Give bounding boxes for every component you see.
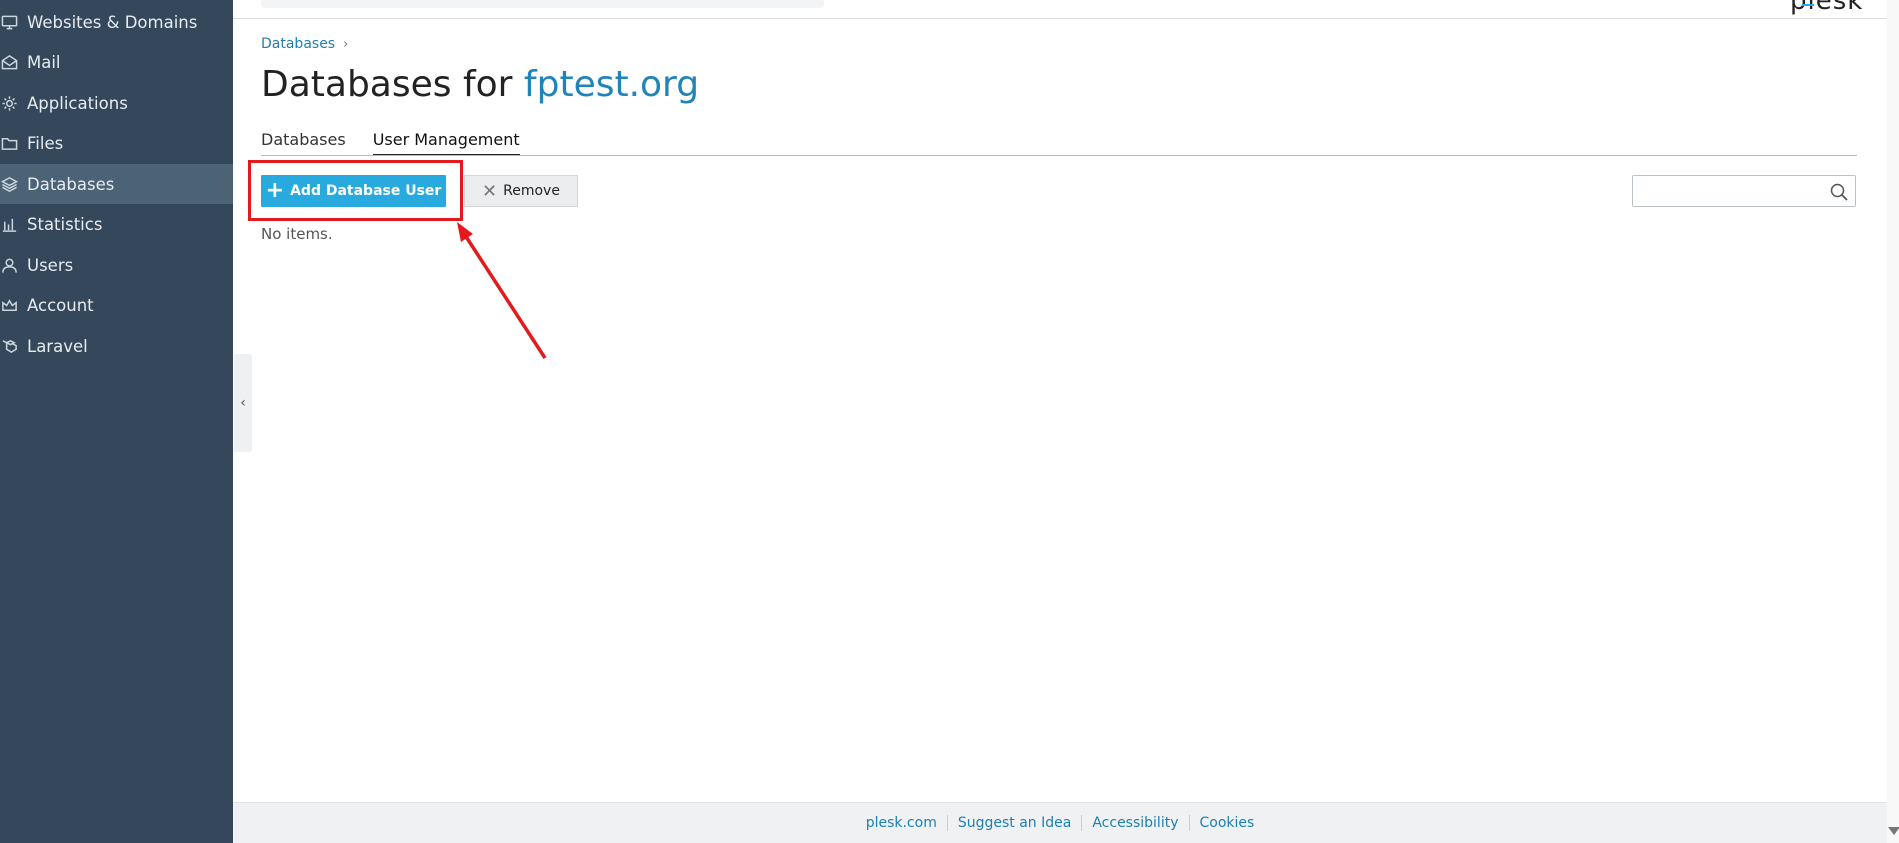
sidebar-item-account[interactable]: Account	[0, 285, 233, 325]
sidebar: Websites & Domains Mail Applications Fil…	[0, 0, 233, 843]
sidebar-item-label: Applications	[27, 93, 128, 113]
footer-link-accessibility[interactable]: Accessibility	[1081, 815, 1188, 831]
remove-button[interactable]: ✕ Remove	[464, 175, 578, 207]
footer-link-suggest-idea[interactable]: Suggest an Idea	[946, 815, 1082, 831]
tab-databases[interactable]: Databases	[261, 130, 346, 156]
sidebar-item-label: Files	[27, 133, 64, 153]
chevron-left-icon: ‹	[240, 395, 246, 411]
user-icon	[0, 256, 18, 274]
sidebar-item-websites-domains[interactable]: Websites & Domains	[0, 2, 233, 42]
tabs-divider	[261, 155, 1857, 156]
header-divider	[233, 18, 1887, 19]
sidebar-item-label: Account	[27, 295, 94, 315]
top-search-bar[interactable]	[261, 0, 824, 8]
folder-icon	[0, 134, 18, 152]
footer-link-plesk[interactable]: plesk.com	[856, 815, 947, 831]
sidebar-item-label: Laravel	[27, 336, 88, 356]
page-title-domain-link[interactable]: fptest.org	[524, 64, 699, 105]
tab-bar: Databases User Management	[261, 130, 547, 156]
bar-chart-icon	[0, 215, 18, 233]
annotation-arrow	[457, 222, 547, 359]
empty-state-text: No items.	[261, 225, 333, 243]
chevron-right-icon: ›	[343, 36, 349, 52]
sidebar-item-label: Websites & Domains	[27, 12, 198, 32]
laravel-icon	[0, 337, 18, 355]
gear-icon	[0, 94, 18, 112]
sidebar-item-statistics[interactable]: Statistics	[0, 204, 233, 244]
sidebar-item-laravel[interactable]: Laravel	[0, 326, 233, 366]
sidebar-item-label: Databases	[27, 174, 115, 194]
tab-user-management[interactable]: User Management	[372, 130, 520, 156]
page-scrollbar[interactable]	[1887, 0, 1899, 843]
breadcrumb: Databases ›	[261, 36, 348, 52]
layers-icon	[0, 175, 18, 193]
search-icon[interactable]	[1829, 182, 1849, 202]
sidebar-item-users[interactable]: Users	[0, 245, 233, 285]
sidebar-collapse-handle[interactable]: ‹	[234, 354, 252, 452]
monitor-icon	[0, 13, 18, 31]
remove-icon: ✕	[482, 180, 498, 202]
plesk-logo[interactable]: plesk	[1790, 0, 1863, 16]
mail-icon	[0, 53, 18, 71]
sidebar-item-label: Users	[27, 255, 74, 275]
sidebar-item-mail[interactable]: Mail	[0, 42, 233, 82]
footer-link-cookies[interactable]: Cookies	[1188, 815, 1265, 831]
search-input[interactable]	[1639, 180, 1819, 202]
footer: plesk.com Suggest an Idea Accessibility …	[233, 802, 1887, 843]
logo-accent	[1802, 4, 1814, 6]
sidebar-item-applications[interactable]: Applications	[0, 83, 233, 123]
sidebar-item-label: Statistics	[27, 214, 103, 234]
breadcrumb-databases-link[interactable]: Databases	[261, 36, 335, 52]
annotation-highlight-box	[248, 160, 463, 221]
sidebar-item-databases[interactable]: Databases	[0, 164, 233, 204]
sidebar-item-files[interactable]: Files	[0, 123, 233, 163]
remove-label: Remove	[503, 183, 560, 199]
search-box	[1632, 175, 1856, 207]
page-title-prefix: Databases for	[261, 64, 524, 105]
sidebar-item-label: Mail	[27, 52, 61, 72]
page-title: Databases for fptest.org	[261, 64, 699, 105]
scroll-down-icon[interactable]	[1888, 827, 1899, 835]
crown-icon	[0, 296, 18, 314]
